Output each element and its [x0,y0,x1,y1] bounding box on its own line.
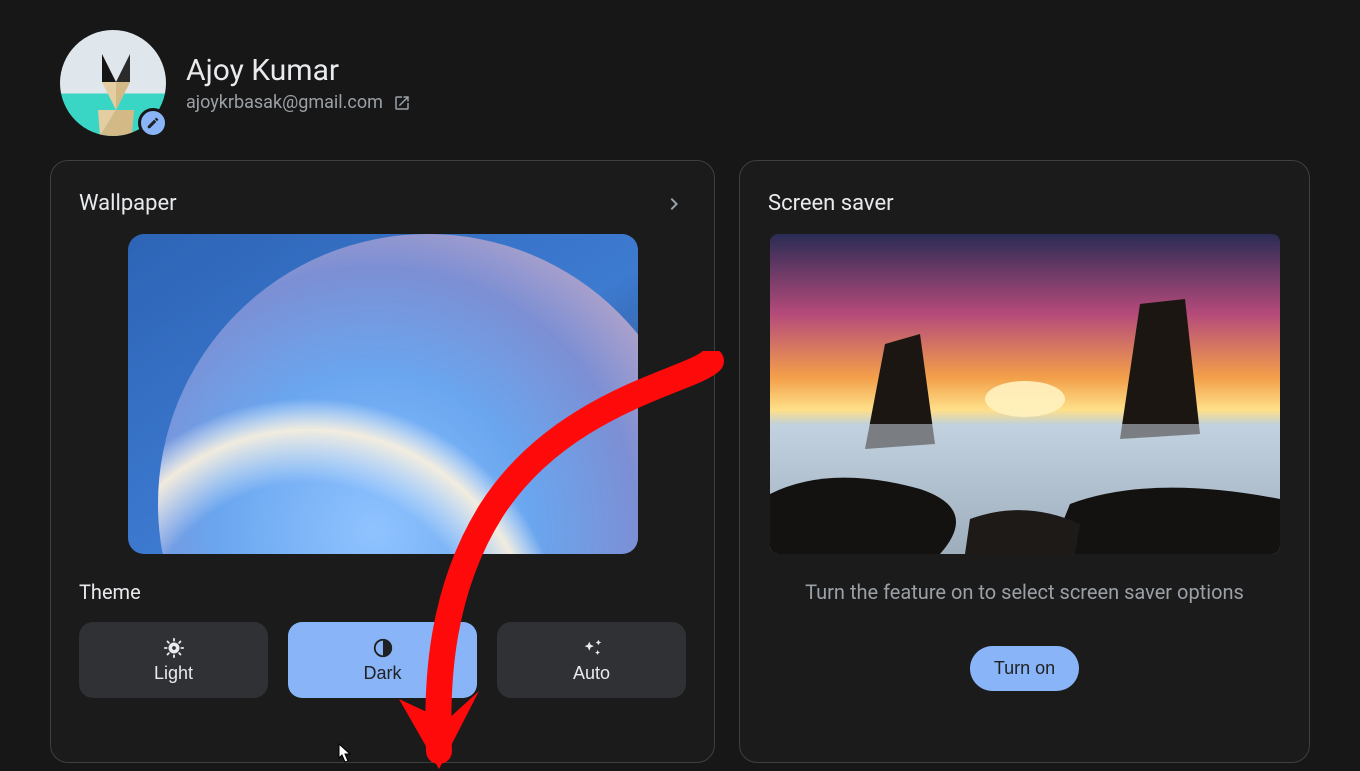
profile-header: Ajoy Kumar ajoykrbasak@gmail.com [0,0,1360,136]
cards-row: Wallpaper [0,136,1360,763]
screensaver-header: Screen saver [768,191,1281,216]
theme-auto-label: Auto [573,663,610,684]
theme-options: Light Dark Auto [79,622,686,698]
pencil-icon [146,116,160,130]
theme-auto-button[interactable]: Auto [497,622,686,698]
screensaver-turn-on-button[interactable]: Turn on [970,646,1079,691]
open-external-icon [393,94,411,112]
wallpaper-preview[interactable] [128,234,638,554]
theme-light-button[interactable]: Light [79,622,268,698]
contrast-icon [372,637,394,659]
wallpaper-card: Wallpaper [50,160,715,763]
screensaver-hint: Turn the feature on to select screen sav… [768,580,1281,604]
screensaver-title: Screen saver [768,191,894,216]
chevron-right-icon [662,192,686,216]
edit-avatar-button[interactable] [138,108,168,138]
avatar-container [60,30,166,136]
screensaver-image [770,234,1280,554]
sun-icon [163,637,185,659]
wallpaper-title: Wallpaper [79,191,177,216]
theme-dark-label: Dark [363,663,401,684]
theme-light-label: Light [154,663,193,684]
wallpaper-image [128,234,638,554]
profile-text: Ajoy Kumar ajoykrbasak@gmail.com [186,53,411,113]
theme-dark-button[interactable]: Dark [288,622,477,698]
theme-label: Theme [79,580,686,604]
screensaver-card: Screen saver [739,160,1310,763]
profile-email: ajoykrbasak@gmail.com [186,92,383,113]
profile-name: Ajoy Kumar [186,53,411,88]
sparkle-icon [581,637,603,659]
screensaver-preview[interactable] [770,234,1280,554]
profile-email-row[interactable]: ajoykrbasak@gmail.com [186,92,411,113]
wallpaper-header[interactable]: Wallpaper [79,191,686,216]
cursor-icon [331,742,353,768]
